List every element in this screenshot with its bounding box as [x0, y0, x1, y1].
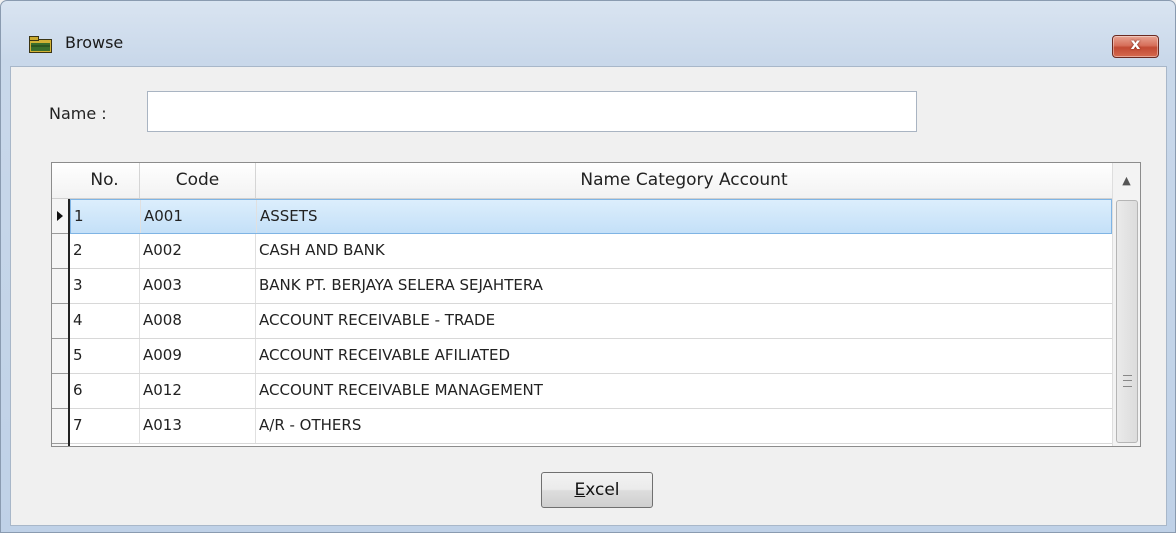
name-search-input[interactable]: [147, 91, 917, 132]
scroll-thumb[interactable]: [1116, 200, 1138, 443]
table-row[interactable]: 2 A002 CASH AND BANK: [70, 234, 1112, 269]
folder-icon: [29, 36, 53, 54]
cell-no: 1: [71, 200, 141, 233]
column-header-name-category-account[interactable]: Name Category Account: [256, 163, 1112, 198]
cell-code: A009: [140, 339, 256, 373]
table-row[interactable]: 4 A008 ACCOUNT RECEIVABLE - TRADE: [70, 304, 1112, 339]
cell-name: BANK PT. BERJAYA SELERA SEJAHTERA: [259, 276, 543, 294]
table-row[interactable]: 7 A013 A/R - OTHERS: [70, 409, 1112, 444]
table-row[interactable]: 5 A009 ACCOUNT RECEIVABLE AFILIATED: [70, 339, 1112, 374]
cell-no: 6: [70, 374, 140, 408]
cell-no: 4: [70, 304, 140, 338]
cell-no: 7: [70, 409, 140, 443]
row-indicator[interactable]: [52, 304, 68, 339]
name-label: Name :: [49, 104, 107, 123]
table-row[interactable]: 6 A012 ACCOUNT RECEIVABLE MANAGEMENT: [70, 374, 1112, 409]
table-row[interactable]: 3 A003 BANK PT. BERJAYA SELERA SEJAHTERA: [70, 269, 1112, 304]
cell-no: 2: [70, 234, 140, 268]
scroll-up-arrow-icon[interactable]: ▲: [1113, 163, 1140, 199]
excel-mnemonic: E: [574, 480, 586, 500]
cell-name: ACCOUNT RECEIVABLE MANAGEMENT: [259, 381, 543, 399]
row-indicator[interactable]: [52, 234, 68, 269]
cell-code: A008: [140, 304, 256, 338]
title-bar[interactable]: Browse x: [1, 1, 1175, 65]
row-indicator-column: [52, 163, 70, 446]
cell-name: ASSETS: [260, 207, 318, 225]
cell-code: A012: [140, 374, 256, 408]
dialog-body: Name : No. Code Name Category Account 1A…: [10, 66, 1167, 526]
row-indicator[interactable]: [52, 374, 68, 409]
row-indicator[interactable]: [52, 199, 68, 234]
row-indicator[interactable]: [52, 269, 68, 304]
cell-no: 3: [70, 269, 140, 303]
row-indicator[interactable]: [52, 339, 68, 374]
window-title: Browse: [65, 33, 124, 52]
cell-name: ACCOUNT RECEIVABLE AFILIATED: [259, 346, 510, 364]
cell-no: 5: [70, 339, 140, 373]
grid-header: No. Code Name Category Account: [52, 163, 1112, 199]
cell-name: CASH AND BANK: [259, 241, 385, 259]
excel-label-rest: xcel: [585, 480, 620, 500]
cell-code: A002: [140, 234, 256, 268]
cell-name: ACCOUNT RECEIVABLE - TRADE: [259, 311, 496, 329]
column-header-no[interactable]: No.: [70, 163, 140, 198]
close-icon: x: [1130, 35, 1141, 53]
excel-button[interactable]: Excel: [541, 472, 653, 508]
current-row-arrow-icon: [57, 211, 63, 221]
cell-code: A003: [140, 269, 256, 303]
category-account-grid[interactable]: No. Code Name Category Account 1 A001 ASSE…: [51, 162, 1141, 447]
column-header-code[interactable]: Code: [140, 163, 256, 198]
scroll-grip-icon: [1123, 375, 1132, 387]
cell-code: A013: [140, 409, 256, 443]
close-button[interactable]: x: [1112, 35, 1159, 58]
cell-name: A/R - OTHERS: [259, 416, 362, 434]
table-row[interactable]: 1 A001 ASSETS: [70, 199, 1112, 234]
cell-code: A001: [141, 200, 257, 233]
browse-window: Browse x Name : No. Code Name Category A…: [0, 0, 1176, 533]
row-indicator[interactable]: [52, 409, 68, 444]
vertical-scrollbar[interactable]: ▲: [1112, 163, 1140, 446]
